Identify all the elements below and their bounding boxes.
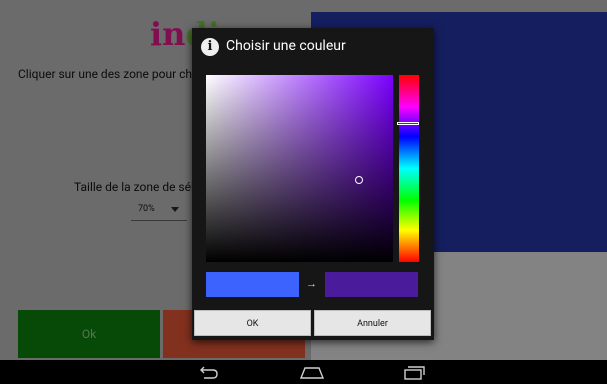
dialog-title: Choisir une couleur	[226, 38, 346, 54]
dialog-header: i Choisir une couleur	[192, 28, 434, 66]
back-icon[interactable]	[198, 364, 220, 380]
saturation-value-square[interactable]	[206, 75, 393, 262]
sv-cursor[interactable]	[355, 175, 364, 184]
dialog-button-row: OK Annuler	[194, 310, 432, 338]
previous-color-swatch	[206, 272, 299, 297]
recent-apps-icon[interactable]	[402, 364, 426, 380]
color-picker-dialog: i Choisir une couleur → OK Annuler	[192, 28, 434, 340]
new-color-swatch	[325, 272, 418, 297]
dialog-ok-button[interactable]: OK	[194, 310, 311, 336]
arrow-icon: →	[306, 277, 317, 290]
hue-slider[interactable]	[397, 75, 419, 262]
info-icon: i	[201, 38, 219, 56]
home-icon[interactable]	[299, 364, 325, 380]
dialog-cancel-button[interactable]: Annuler	[314, 310, 431, 336]
hue-marker[interactable]	[397, 121, 419, 125]
system-navigation-bar	[0, 360, 607, 384]
